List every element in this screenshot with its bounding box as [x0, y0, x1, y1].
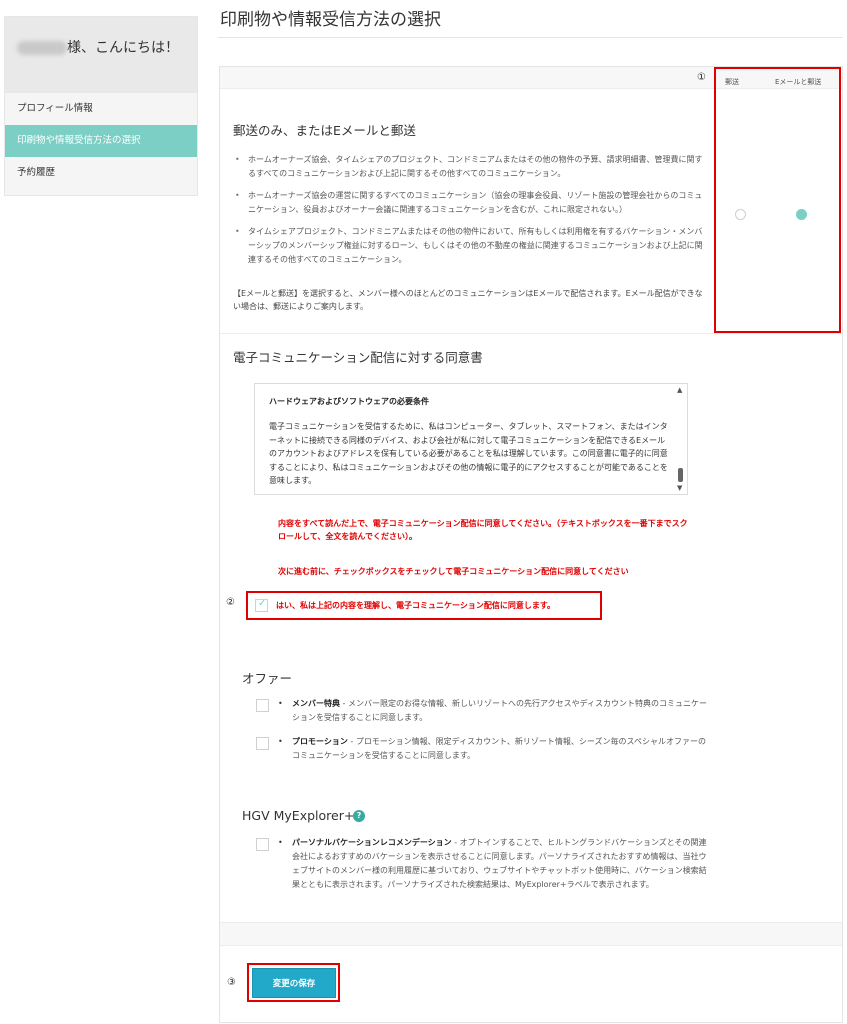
- member-benefits-checkbox[interactable]: [256, 699, 269, 712]
- offers-heading: オファー: [242, 671, 293, 686]
- section-divider: [220, 333, 842, 334]
- highlight-box-delivery-options: [714, 67, 841, 333]
- help-icon[interactable]: ?: [353, 810, 365, 822]
- delivery-note: 【Eメールと郵送】を選択すると、メンバー様へのほとんどのコミュニケーションはEメ…: [233, 289, 703, 311]
- delivery-bullet-list: ホームオーナーズ協会、タイムシェアのプロジェクト、コンドミニアムまたはその他の物…: [228, 153, 706, 275]
- annotation-marker-1: ①: [697, 72, 706, 83]
- consent-checkbox[interactable]: ✓: [255, 598, 268, 612]
- scroll-thumb[interactable]: [678, 468, 683, 482]
- title-divider: [218, 37, 843, 38]
- delivery-heading: 郵送のみ、またはEメールと郵送: [233, 123, 416, 138]
- promotion-label[interactable]: プロモーション - プロモーション情報、限定ディスカウント、新リゾート情報、シー…: [292, 735, 712, 763]
- consent-scroll-box[interactable]: ハードウェアおよびソフトウェアの必要条件 電子コミュニケーションを受信するために…: [254, 383, 688, 495]
- myexplorer-heading: HGV MyExplorer+: [242, 808, 355, 823]
- card-footer-band: [220, 922, 842, 946]
- consent-checkbox-warning: 次に進む前に、チェックボックスをチェックして電子コミュニケーション配信に同意して…: [278, 567, 629, 576]
- consent-heading: 電子コミュニケーション配信に対する同意書: [233, 350, 483, 365]
- greeting: 様、こんにちは！: [5, 17, 197, 93]
- personal-recommendation-checkbox[interactable]: [256, 838, 269, 851]
- column-header-email-and-mail: Eメールと郵送: [775, 78, 822, 86]
- sidebar: 様、こんにちは！ プロフィール情報 印刷物や情報受信方法の選択 予約履歴: [4, 16, 198, 196]
- preferences-card: 郵送のみ、またはEメールと郵送 ホームオーナーズ協会、タイムシェアのプロジェクト…: [219, 66, 843, 1023]
- sidebar-item-communication-preferences[interactable]: 印刷物や情報受信方法の選択: [5, 125, 197, 157]
- sidebar-item-profile[interactable]: プロフィール情報: [5, 93, 197, 125]
- scroll-down-icon[interactable]: ▼: [677, 484, 682, 492]
- checkmark-icon: ✓: [258, 598, 267, 609]
- consent-box-title: ハードウェアおよびソフトウェアの必要条件: [269, 397, 429, 406]
- consent-checkbox-label[interactable]: はい、私は上記の内容を理解し、電子コミュニケーション配信に同意します。: [276, 599, 596, 612]
- list-item: ホームオーナーズ協会、タイムシェアのプロジェクト、コンドミニアムまたはその他の物…: [228, 153, 706, 181]
- annotation-marker-3: ③: [227, 977, 236, 988]
- list-item: タイムシェアプロジェクト、コンドミニアムまたはその他の物件において、所有もしくは…: [228, 225, 706, 267]
- consent-box-body: 電子コミュニケーションを受信するために、私はコンピューター、タブレット、スマート…: [269, 422, 668, 485]
- greeting-text: 様、こんにちは！: [67, 40, 179, 56]
- member-benefits-label[interactable]: メンバー特典 - メンバー限定のお得な情報、新しいリゾートへの先行アクセスやディ…: [292, 697, 712, 725]
- radio-email-and-mail[interactable]: [796, 209, 807, 220]
- list-item: ホームオーナーズ協会の運営に関するすべてのコミュニケーション（協会の理事会役員、…: [228, 189, 706, 217]
- consent-read-warning: 内容をすべて読んだ上で、電子コミュニケーション配信に同意してください。（テキスト…: [278, 519, 688, 541]
- sidebar-item-reservation-history[interactable]: 予約履歴: [5, 157, 197, 189]
- radio-mail-only[interactable]: [735, 209, 746, 220]
- user-name-blurred: [17, 41, 67, 55]
- consent-scrollbar[interactable]: ▲ ▼: [676, 386, 685, 492]
- promotion-checkbox[interactable]: [256, 737, 269, 750]
- personal-recommendation-label[interactable]: パーソナルバケーションレコメンデーション - オプトインすることで、ヒルトングラ…: [292, 836, 712, 892]
- column-header-mail: 郵送: [725, 78, 739, 86]
- save-button[interactable]: 変更の保存: [252, 968, 336, 998]
- scroll-up-icon[interactable]: ▲: [677, 386, 682, 394]
- annotation-marker-2: ②: [226, 597, 235, 608]
- page-title: 印刷物や情報受信方法の選択: [220, 10, 441, 30]
